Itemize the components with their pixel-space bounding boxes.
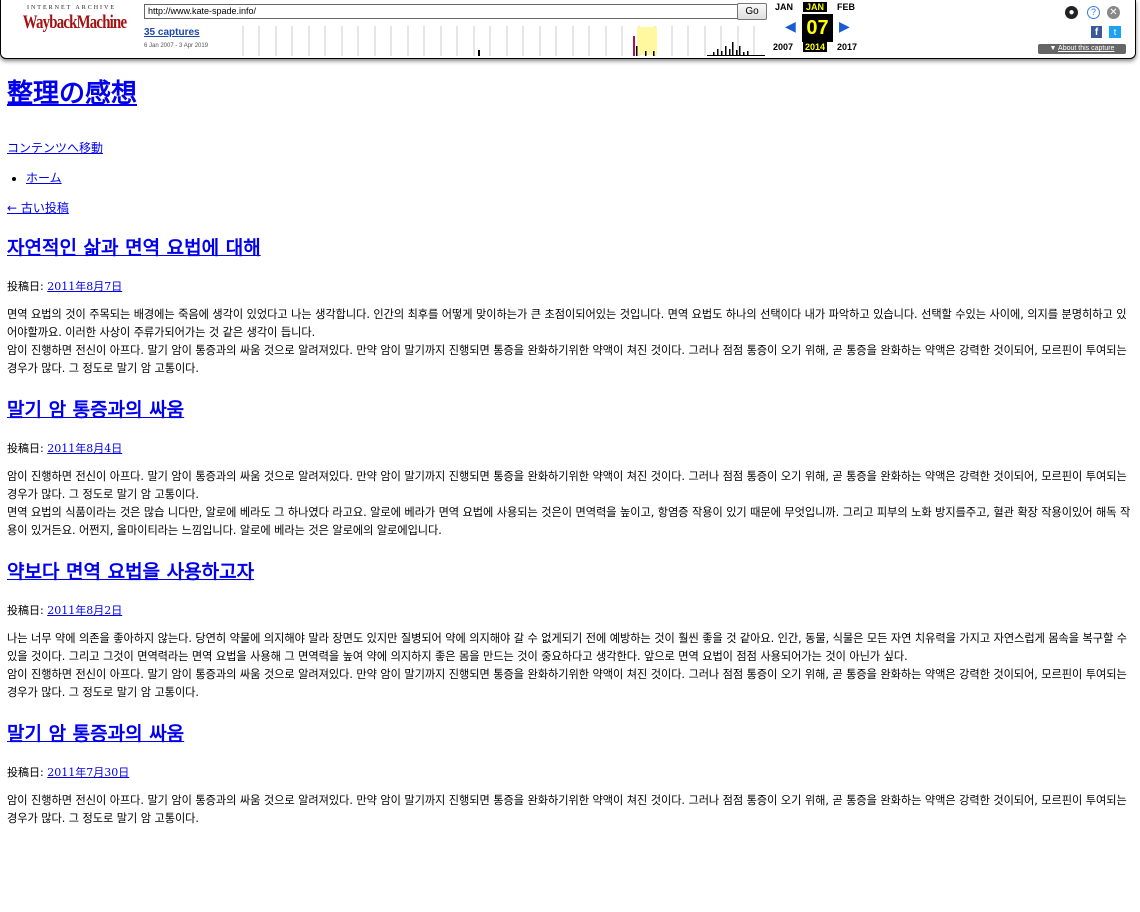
post-body: 암이 진행하면 전신이 아프다. 말기 암이 통증과의 싸움 것으로 알려져있다… — [7, 792, 1133, 828]
post-date-label: 投稿日: — [7, 604, 44, 617]
post-meta: 投稿日: 2011年8月7日 — [7, 279, 1133, 294]
post: 약보다 면역 요법을 사용하고자 投稿日: 2011年8月2日 나는 너무 약에… — [7, 559, 1133, 702]
current-year-label: 2014 — [803, 42, 828, 52]
post-date-label: 投稿日: — [7, 766, 44, 779]
post-title-link[interactable]: 말기 암 통증과의 싸움 — [7, 399, 184, 421]
site-title: 整理の感想 — [7, 78, 1133, 110]
about-capture-label: About this capture — [1058, 45, 1115, 52]
url-input[interactable]: http://www.kate-spade.info/ — [144, 4, 738, 19]
post-date-link[interactable]: 2011年8月2日 — [47, 604, 122, 617]
prev-year-label[interactable]: 2007 — [773, 42, 793, 52]
post-title-link[interactable]: 약보다 면역 요법을 사용하고자 — [7, 561, 254, 583]
post-paragraph: 면역 요법의 식품이라는 것은 많습 니다만, 알로에 베라도 그 하나였다 라… — [7, 506, 1131, 537]
capture-sparkline[interactable] — [229, 22, 765, 56]
post-title: 자연적인 삶과 면역 요법에 대해 — [7, 235, 1133, 261]
post-paragraph: 암이 진행하면 전신이 아프다. 말기 암이 통증과의 싸움 것으로 알려져있다… — [7, 668, 1127, 699]
post-paragraph: 암이 진행하면 전신이 아프다. 말기 암이 통증과의 싸움 것으로 알려져있다… — [7, 344, 1127, 375]
post-title-link[interactable]: 말기 암 통증과의 싸움 — [7, 723, 184, 745]
older-posts-link[interactable]: ← 古い投稿 — [7, 200, 1133, 216]
wayback-machine-logo-text: WaybackMachine — [22, 12, 127, 33]
post-body: 암이 진행하면 전신이 아프다. 말기 암이 통증과의 싸움 것으로 알려져있다… — [7, 468, 1133, 540]
post: 말기 암 통증과의 싸움 投稿日: 2011年7月30日 암이 진행하면 전신이… — [7, 721, 1133, 828]
post: 말기 암 통증과의 싸움 投稿日: 2011年8月4日 암이 진행하면 전신이 … — [7, 397, 1133, 540]
captures-link[interactable]: 35 captures — [144, 27, 200, 38]
post-body: 나는 너무 약에 의존을 좋아하지 않는다. 당연히 약물에 의지해야 말라 장… — [7, 630, 1133, 702]
post-meta: 投稿日: 2011年8月2日 — [7, 603, 1133, 618]
capture-date-range: 6 Jan 2007 - 3 Apr 2019 — [144, 43, 209, 49]
post-title: 말기 암 통증과의 싸움 — [7, 721, 1133, 747]
prev-month-label[interactable]: JAN — [775, 2, 793, 12]
post-paragraph: 암이 진행하면 전신이 아프다. 말기 암이 통증과의 싸움 것으로 알려져있다… — [7, 794, 1127, 825]
post-date-link[interactable]: 2011年8月4日 — [47, 442, 122, 455]
post-body: 면역 요법의 것이 주목되는 배경에는 죽음에 생각이 있었다고 나는 생각합니… — [7, 306, 1133, 378]
post-title: 약보다 면역 요법을 사용하고자 — [7, 559, 1133, 585]
post-title-link[interactable]: 자연적인 삶과 면역 요법에 대해 — [7, 237, 261, 259]
nav-link-home[interactable]: ホーム — [26, 171, 62, 185]
current-month-label: JAN — [803, 2, 828, 12]
post: 자연적인 삶과 면역 요법에 대해 投稿日: 2011年8月7日 면역 요법의 … — [7, 235, 1133, 378]
post-date-label: 投稿日: — [7, 280, 44, 293]
post-title: 말기 암 통증과의 싸움 — [7, 397, 1133, 423]
prev-capture-arrow-icon[interactable]: ◀ — [785, 18, 796, 35]
post-date-link[interactable]: 2011年8月7日 — [47, 280, 122, 293]
main-nav: ホーム — [7, 170, 1133, 186]
post-paragraph: 암이 진행하면 전신이 아프다. 말기 암이 통증과의 싸움 것으로 알려져있다… — [7, 470, 1127, 501]
twitter-icon[interactable]: t — [1109, 26, 1121, 38]
post-meta: 投稿日: 2011年7月30日 — [7, 765, 1133, 780]
user-icon[interactable]: ● — [1065, 6, 1078, 19]
post-date-link[interactable]: 2011年7月30日 — [47, 766, 129, 779]
next-month-label[interactable]: FEB — [837, 2, 855, 12]
post-meta: 投稿日: 2011年8月4日 — [7, 441, 1133, 456]
about-capture-button[interactable]: ▼ About this capture — [1038, 44, 1126, 54]
post-date-label: 投稿日: — [7, 442, 44, 455]
wayback-logo[interactable]: INTERNET ARCHIVE WaybackMachine — [9, 5, 134, 33]
wayback-toolbar: INTERNET ARCHIVE WaybackMachine http://w… — [0, 0, 1136, 59]
site-title-link[interactable]: 整理の感想 — [7, 79, 137, 109]
page-content: 整理の感想 コンテンツへ移動 ホーム ← 古い投稿 자연적인 삶과 면역 요법에… — [7, 58, 1133, 828]
post-paragraph: 면역 요법의 것이 주목되는 배경에는 죽음에 생각이 있었다고 나는 생각합니… — [7, 308, 1127, 339]
close-icon[interactable]: ✕ — [1107, 6, 1120, 19]
post-paragraph: 나는 너무 약에 의존을 좋아하지 않는다. 당연히 약물에 의지해야 말라 장… — [7, 632, 1128, 663]
go-button[interactable]: Go — [737, 3, 767, 20]
next-capture-arrow-icon[interactable]: ▶ — [839, 18, 850, 35]
facebook-icon[interactable]: f — [1091, 26, 1102, 38]
next-year-label[interactable]: 2017 — [837, 42, 857, 52]
help-icon[interactable]: ? — [1087, 6, 1100, 19]
internet-archive-label: INTERNET ARCHIVE — [26, 5, 117, 11]
skip-to-content-link[interactable]: コンテンツへ移動 — [7, 140, 1133, 156]
current-day: 07 — [802, 14, 833, 42]
nav-item-home: ホーム — [26, 170, 1133, 186]
